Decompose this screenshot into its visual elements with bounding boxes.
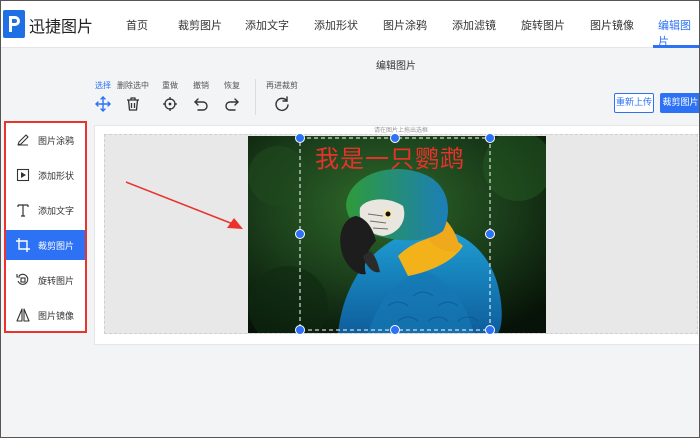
nav-rotate[interactable]: 旋转图片 (521, 17, 565, 33)
brand-name: 迅捷图片 (29, 17, 94, 36)
tool-delete[interactable]: 删除选中 (115, 80, 151, 112)
sidebar-item-mirror[interactable]: 图片镜像 (6, 300, 85, 330)
tool-redo[interactable]: 恢复 (214, 80, 250, 112)
nav-mirror[interactable]: 图片镜像 (590, 17, 634, 33)
text-icon (17, 204, 29, 217)
nav-add-shape[interactable]: 添加形状 (314, 17, 358, 33)
nav-crop[interactable]: 裁剪图片 (178, 17, 222, 33)
toolbar-divider (255, 79, 256, 115)
sidebar-item-label: 旋转图片 (38, 276, 75, 287)
sidebar-item-doodle[interactable]: 图片涂鸦 (6, 125, 85, 155)
crop-selection[interactable] (291, 131, 501, 336)
editor-title: 编辑图片 (376, 61, 416, 72)
crop-button[interactable]: 裁剪图片 (660, 93, 699, 113)
pen-icon (17, 134, 29, 146)
tool-recrop[interactable]: 再进裁剪 (264, 80, 300, 112)
top-navbar: 迅捷图片 首页 裁剪图片 添加文字 添加形状 图片涂鸦 添加滤镜 旋转图片 图片… (1, 1, 699, 48)
crop-icon (16, 238, 30, 252)
nav-active-indicator (653, 45, 699, 48)
sidebar-item-rotate[interactable]: 旋转图片 (6, 265, 85, 295)
tool-redo-label: 恢复 (224, 81, 240, 90)
nav-home[interactable]: 首页 (126, 17, 148, 33)
reupload-button[interactable]: 重新上传 (614, 93, 654, 113)
logo-p-icon (3, 10, 25, 38)
sidebar-item-add-text[interactable]: 添加文字 (6, 195, 85, 225)
sidebar-item-add-shape[interactable]: 添加形状 (6, 160, 85, 190)
annotation-arrow-icon (125, 181, 243, 229)
sidebar-item-label: 图片涂鸦 (38, 136, 75, 147)
nav-doodle[interactable]: 图片涂鸦 (383, 17, 427, 33)
undo-icon (194, 98, 208, 111)
tool-delete-label: 删除选中 (117, 81, 149, 90)
sidebar-item-label: 裁剪图片 (38, 241, 75, 252)
redo-icon (225, 98, 239, 111)
nav-add-text[interactable]: 添加文字 (245, 17, 289, 33)
sidebar-item-label: 添加形状 (38, 171, 75, 182)
shape-icon (16, 168, 30, 182)
rotate-icon (16, 273, 29, 285)
sidebar-item-label: 图片镜像 (38, 311, 75, 322)
mirror-icon (16, 308, 30, 322)
trash-icon (127, 97, 139, 111)
app-window: 迅捷图片 首页 裁剪图片 添加文字 添加形状 图片涂鸦 添加滤镜 旋转图片 图片… (0, 0, 700, 438)
sidebar-item-crop[interactable]: 裁剪图片 (6, 230, 85, 260)
move-icon (95, 96, 111, 112)
nav-filter[interactable]: 添加滤镜 (452, 17, 496, 33)
tool-sidebar: 图片涂鸦 添加形状 添加文字 裁剪图片 旋转图片 图片镜像 (4, 121, 87, 333)
tool-recrop-label: 再进裁剪 (266, 81, 298, 90)
target-icon (163, 97, 177, 111)
sidebar-item-label: 添加文字 (38, 206, 75, 217)
refresh-icon (275, 96, 289, 111)
